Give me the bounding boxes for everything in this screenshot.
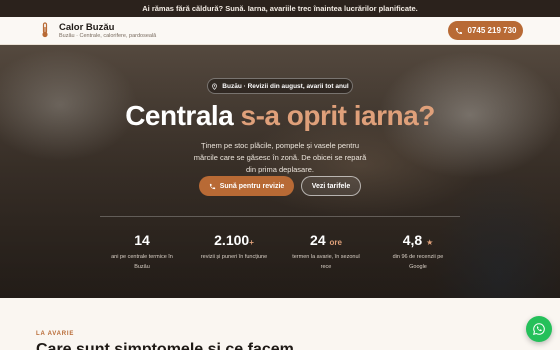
stat-number: 24: [310, 232, 326, 248]
section-title: Care sunt simptomele și ce facem: [36, 341, 294, 350]
phone-icon: [455, 27, 462, 34]
stat-response-time: 24 ore termen la avarie, în sezonul rece: [281, 232, 371, 272]
header-call-button[interactable]: 0745 219 730: [448, 21, 523, 40]
hero-section: Buzău · Revizii din august, avarii tot a…: [0, 45, 560, 298]
phone-icon: [209, 183, 215, 189]
headline-main: Centrala: [125, 100, 241, 131]
header-phone-number: 0745 219 730: [467, 26, 517, 35]
stat-unit: ore: [329, 238, 342, 247]
stat-number: 2.100: [214, 232, 250, 248]
stat-number: 4,8: [402, 232, 423, 248]
hero-subtext: Ținem pe stoc plăcile, pompele și vasele…: [193, 141, 367, 174]
thermometer-icon: [42, 22, 48, 38]
stat-label: termen la avarie, în sezonul rece: [292, 254, 360, 270]
announcement-text: Ai rămas fără căldură? Sună. Iarna, avar…: [142, 4, 418, 13]
section-eyebrow: LA AVARIE: [36, 331, 75, 337]
location-pill: Buzău · Revizii din august, avarii tot a…: [207, 78, 353, 94]
stat-value: 24 ore: [281, 232, 371, 248]
stat-revisions: 2.100+ revizii și puneri în funcțiune: [189, 232, 279, 262]
headline-accent: s-a oprit iarna?: [240, 100, 436, 131]
brand-tagline: Buzău · Centrale, calorifere, pardoseală: [59, 33, 157, 39]
brand-name[interactable]: Calor Buzău: [59, 22, 114, 33]
view-prices-button[interactable]: Vezi tarifele: [301, 176, 361, 196]
stat-label: din 96 de recenzii pe Google: [392, 254, 444, 270]
stat-unit: +: [249, 238, 254, 247]
hero-divider: [100, 216, 460, 217]
view-prices-label: Vezi tarifele: [311, 182, 351, 190]
announcement-bar: Ai rămas fără căldură? Sună. Iarna, avar…: [0, 0, 560, 17]
stat-rating: 4,8 ★ din 96 de recenzii pe Google: [373, 232, 463, 272]
emergency-section: LA AVARIE Care sunt simptomele și ce fac…: [0, 298, 560, 350]
stat-label: revizii și puneri în funcțiune: [200, 254, 268, 260]
whatsapp-button[interactable]: [526, 316, 552, 342]
stat-number: 14: [134, 232, 150, 248]
location-pill-text: Buzău · Revizii din august, avarii tot a…: [222, 82, 349, 90]
stat-value: 4,8 ★: [373, 232, 463, 248]
star-icon: ★: [426, 238, 434, 247]
stat-label: ani pe centrale termice în Buzău: [111, 254, 173, 270]
stat-years: 14 ani pe centrale termice în Buzău: [97, 232, 187, 272]
location-pin-icon: [212, 83, 218, 90]
stat-value: 2.100+: [189, 232, 279, 248]
call-for-service-label: Sună pentru revizie: [219, 182, 285, 190]
call-for-service-button[interactable]: Sună pentru revizie: [199, 176, 294, 196]
stat-value: 14: [97, 232, 187, 248]
whatsapp-icon: [533, 323, 545, 335]
hero-headline: Centrala s-a oprit iarna?: [0, 100, 560, 132]
